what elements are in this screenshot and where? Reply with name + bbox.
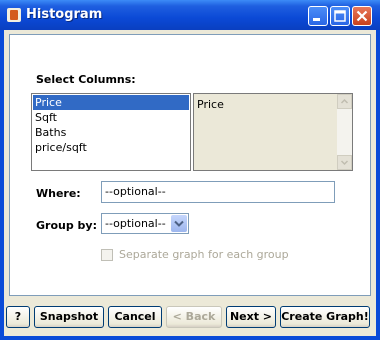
where-input[interactable]: --optional--: [101, 181, 335, 203]
arrow-down-icon: [340, 160, 349, 166]
group-by-dropdown-button[interactable]: [171, 215, 187, 232]
cancel-button[interactable]: Cancel: [108, 306, 162, 328]
java-app-icon: [7, 8, 21, 22]
selected-columns-list[interactable]: Price: [193, 93, 353, 171]
available-columns-list[interactable]: Price Sqft Baths price/sqft: [31, 93, 191, 171]
group-by-value: --optional--: [105, 217, 166, 230]
column-item-sqft[interactable]: Sqft: [33, 110, 189, 125]
group-by-label: Group by:: [36, 219, 97, 232]
column-item-price-per-sqft[interactable]: price/sqft: [33, 140, 189, 155]
group-by-select[interactable]: --optional--: [101, 213, 189, 234]
selected-column-price[interactable]: Price: [195, 97, 335, 112]
close-icon: [356, 10, 368, 22]
maximize-button[interactable]: [330, 6, 350, 26]
column-item-baths[interactable]: Baths: [33, 125, 189, 140]
where-label: Where:: [36, 187, 81, 200]
form-panel: Select Columns: Price Sqft Baths price/s…: [9, 34, 371, 296]
back-button[interactable]: < Back: [166, 306, 222, 328]
arrow-up-icon: [340, 98, 349, 104]
maximize-icon: [334, 10, 346, 22]
close-button[interactable]: [352, 6, 372, 26]
next-button[interactable]: Next >: [226, 306, 276, 328]
separate-graph-checkbox[interactable]: [101, 249, 113, 261]
window-title: Histogram: [26, 7, 103, 22]
snapshot-button[interactable]: Snapshot: [34, 306, 104, 328]
column-item-price[interactable]: Price: [33, 95, 189, 110]
select-columns-label: Select Columns:: [36, 73, 136, 86]
separate-graph-label: Separate graph for each group: [119, 248, 289, 261]
chevron-down-icon: [174, 220, 184, 227]
title-bar[interactable]: Histogram: [0, 0, 380, 30]
scroll-down-button[interactable]: [337, 155, 352, 170]
dialog-client-area: Select Columns: Price Sqft Baths price/s…: [4, 30, 376, 336]
help-button[interactable]: ?: [6, 306, 30, 328]
minimize-button[interactable]: [308, 6, 328, 26]
histogram-window: Histogram Select Columns: Price Sqft Bat…: [0, 0, 380, 340]
create-graph-button[interactable]: Create Graph!: [280, 306, 370, 328]
scroll-up-button[interactable]: [337, 94, 352, 109]
button-row: ? Snapshot Cancel < Back Next > Create G…: [4, 306, 376, 334]
selected-list-scrollbar[interactable]: [337, 94, 352, 170]
minimize-icon: [313, 18, 320, 21]
